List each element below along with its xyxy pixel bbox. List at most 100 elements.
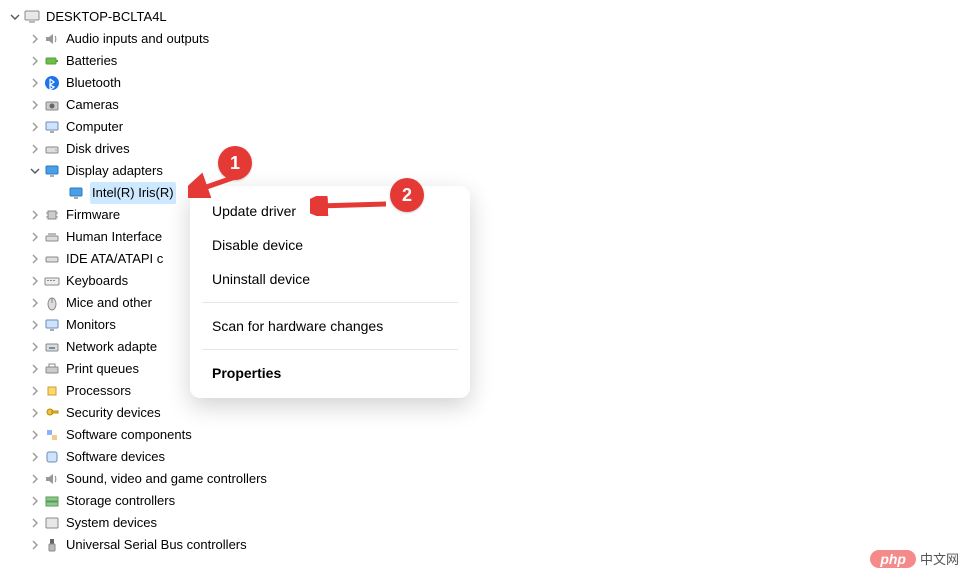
tree-item-hid[interactable]: Human Interface	[28, 226, 969, 248]
tree-item-label: Mice and other	[66, 292, 152, 314]
monitor-icon	[44, 119, 60, 135]
chevron-right-icon[interactable]	[28, 252, 42, 266]
watermark: php 中文网	[870, 549, 959, 568]
tree-item-label: Cameras	[66, 94, 119, 116]
chevron-down-icon[interactable]	[8, 10, 22, 24]
chevron-right-icon[interactable]	[28, 406, 42, 420]
device-tree: DESKTOP-BCLTA4L Audio inputs and outputs…	[0, 0, 969, 556]
tree-item-monitors[interactable]: Monitors	[28, 314, 969, 336]
chip-icon	[44, 207, 60, 223]
tree-item-network[interactable]: Network adapte	[28, 336, 969, 358]
chevron-right-icon[interactable]	[28, 494, 42, 508]
chevron-right-icon[interactable]	[28, 208, 42, 222]
chevron-right-icon[interactable]	[28, 142, 42, 156]
chevron-right-icon[interactable]	[28, 98, 42, 112]
key-icon	[44, 405, 60, 421]
tree-item-cameras[interactable]: Cameras	[28, 94, 969, 116]
tree-item-computer[interactable]: Computer	[28, 116, 969, 138]
watermark-pill: php	[870, 550, 916, 568]
storage-icon	[44, 493, 60, 509]
tree-item-label: Bluetooth	[66, 72, 121, 94]
tree-item-label: Batteries	[66, 50, 117, 72]
chevron-right-icon[interactable]	[28, 472, 42, 486]
tree-item-label: IDE ATA/ATAPI c	[66, 248, 163, 270]
tree-item-label: Storage controllers	[66, 490, 175, 512]
tree-item-label: Processors	[66, 380, 131, 402]
tree-item-usb[interactable]: Universal Serial Bus controllers	[28, 534, 969, 556]
chevron-right-icon[interactable]	[28, 32, 42, 46]
chevron-right-icon[interactable]	[28, 340, 42, 354]
chevron-right-icon[interactable]	[28, 120, 42, 134]
chevron-right-icon[interactable]	[28, 318, 42, 332]
context-menu: Update driver Disable device Uninstall d…	[190, 186, 470, 398]
tree-item-bluetooth[interactable]: Bluetooth	[28, 72, 969, 94]
camera-icon	[44, 97, 60, 113]
tree-item-security-devices[interactable]: Security devices	[28, 402, 969, 424]
tree-item-ide-ata[interactable]: IDE ATA/ATAPI c	[28, 248, 969, 270]
chevron-right-icon[interactable]	[28, 54, 42, 68]
tree-item-disk-drives[interactable]: Disk drives	[28, 138, 969, 160]
chevron-right-icon[interactable]	[28, 362, 42, 376]
menu-item-properties[interactable]: Properties	[190, 356, 470, 390]
chevron-right-icon[interactable]	[28, 516, 42, 530]
cpu-icon	[44, 383, 60, 399]
tree-item-batteries[interactable]: Batteries	[28, 50, 969, 72]
tree-item-label: Software components	[66, 424, 192, 446]
system-icon	[44, 515, 60, 531]
tree-item-display-adapters[interactable]: Display adapters	[28, 160, 969, 182]
computer-icon	[24, 9, 40, 25]
tree-children: Audio inputs and outputs Batteries Bluet…	[8, 28, 969, 556]
tree-item-system-devices[interactable]: System devices	[28, 512, 969, 534]
bluetooth-icon	[44, 75, 60, 91]
chevron-right-icon[interactable]	[28, 296, 42, 310]
menu-item-uninstall-device[interactable]: Uninstall device	[190, 262, 470, 296]
tree-item-label: Intel(R) Iris(R)	[90, 182, 176, 204]
speaker-icon	[44, 471, 60, 487]
disk-icon	[44, 141, 60, 157]
tree-item-software-devices[interactable]: Software devices	[28, 446, 969, 468]
tree-item-keyboards[interactable]: Keyboards	[28, 270, 969, 292]
menu-item-disable-device[interactable]: Disable device	[190, 228, 470, 262]
tree-item-processors[interactable]: Processors	[28, 380, 969, 402]
menu-item-scan-hardware[interactable]: Scan for hardware changes	[190, 309, 470, 343]
tree-item-label: Computer	[66, 116, 123, 138]
mouse-icon	[44, 295, 60, 311]
display-adapter-icon	[68, 185, 84, 201]
tree-item-storage-controllers[interactable]: Storage controllers	[28, 490, 969, 512]
chevron-right-icon[interactable]	[28, 538, 42, 552]
chevron-right-icon[interactable]	[28, 384, 42, 398]
tree-item-software-components[interactable]: Software components	[28, 424, 969, 446]
menu-separator	[202, 302, 458, 303]
chevron-right-icon[interactable]	[28, 230, 42, 244]
tree-item-label: Keyboards	[66, 270, 128, 292]
chevron-right-icon[interactable]	[28, 76, 42, 90]
tree-item-label: Display adapters	[66, 160, 163, 182]
chevron-right-icon[interactable]	[28, 450, 42, 464]
tree-root-row[interactable]: DESKTOP-BCLTA4L	[8, 6, 969, 28]
printer-icon	[44, 361, 60, 377]
chevron-right-icon[interactable]	[28, 274, 42, 288]
chevron-down-icon[interactable]	[28, 164, 42, 178]
usb-icon	[44, 537, 60, 553]
tree-item-label: System devices	[66, 512, 157, 534]
tree-item-audio[interactable]: Audio inputs and outputs	[28, 28, 969, 50]
keyboard-icon	[44, 273, 60, 289]
tree-item-label: Monitors	[66, 314, 116, 336]
watermark-text: 中文网	[920, 549, 959, 568]
tree-item-label: Universal Serial Bus controllers	[66, 534, 247, 556]
tree-item-label: Firmware	[66, 204, 120, 226]
tree-item-sound-video-game[interactable]: Sound, video and game controllers	[28, 468, 969, 490]
tree-item-firmware[interactable]: Firmware	[28, 204, 969, 226]
annotation-badge-1: 1	[218, 146, 252, 180]
tree-item-mice[interactable]: Mice and other	[28, 292, 969, 314]
tree-item-label: Audio inputs and outputs	[66, 28, 209, 50]
tree-item-label: Security devices	[66, 402, 161, 424]
network-icon	[44, 339, 60, 355]
ide-icon	[44, 251, 60, 267]
menu-item-update-driver[interactable]: Update driver	[190, 194, 470, 228]
tree-item-print-queues[interactable]: Print queues	[28, 358, 969, 380]
display-adapter-icon	[44, 163, 60, 179]
speaker-icon	[44, 31, 60, 47]
chevron-right-icon[interactable]	[28, 428, 42, 442]
battery-icon	[44, 53, 60, 69]
